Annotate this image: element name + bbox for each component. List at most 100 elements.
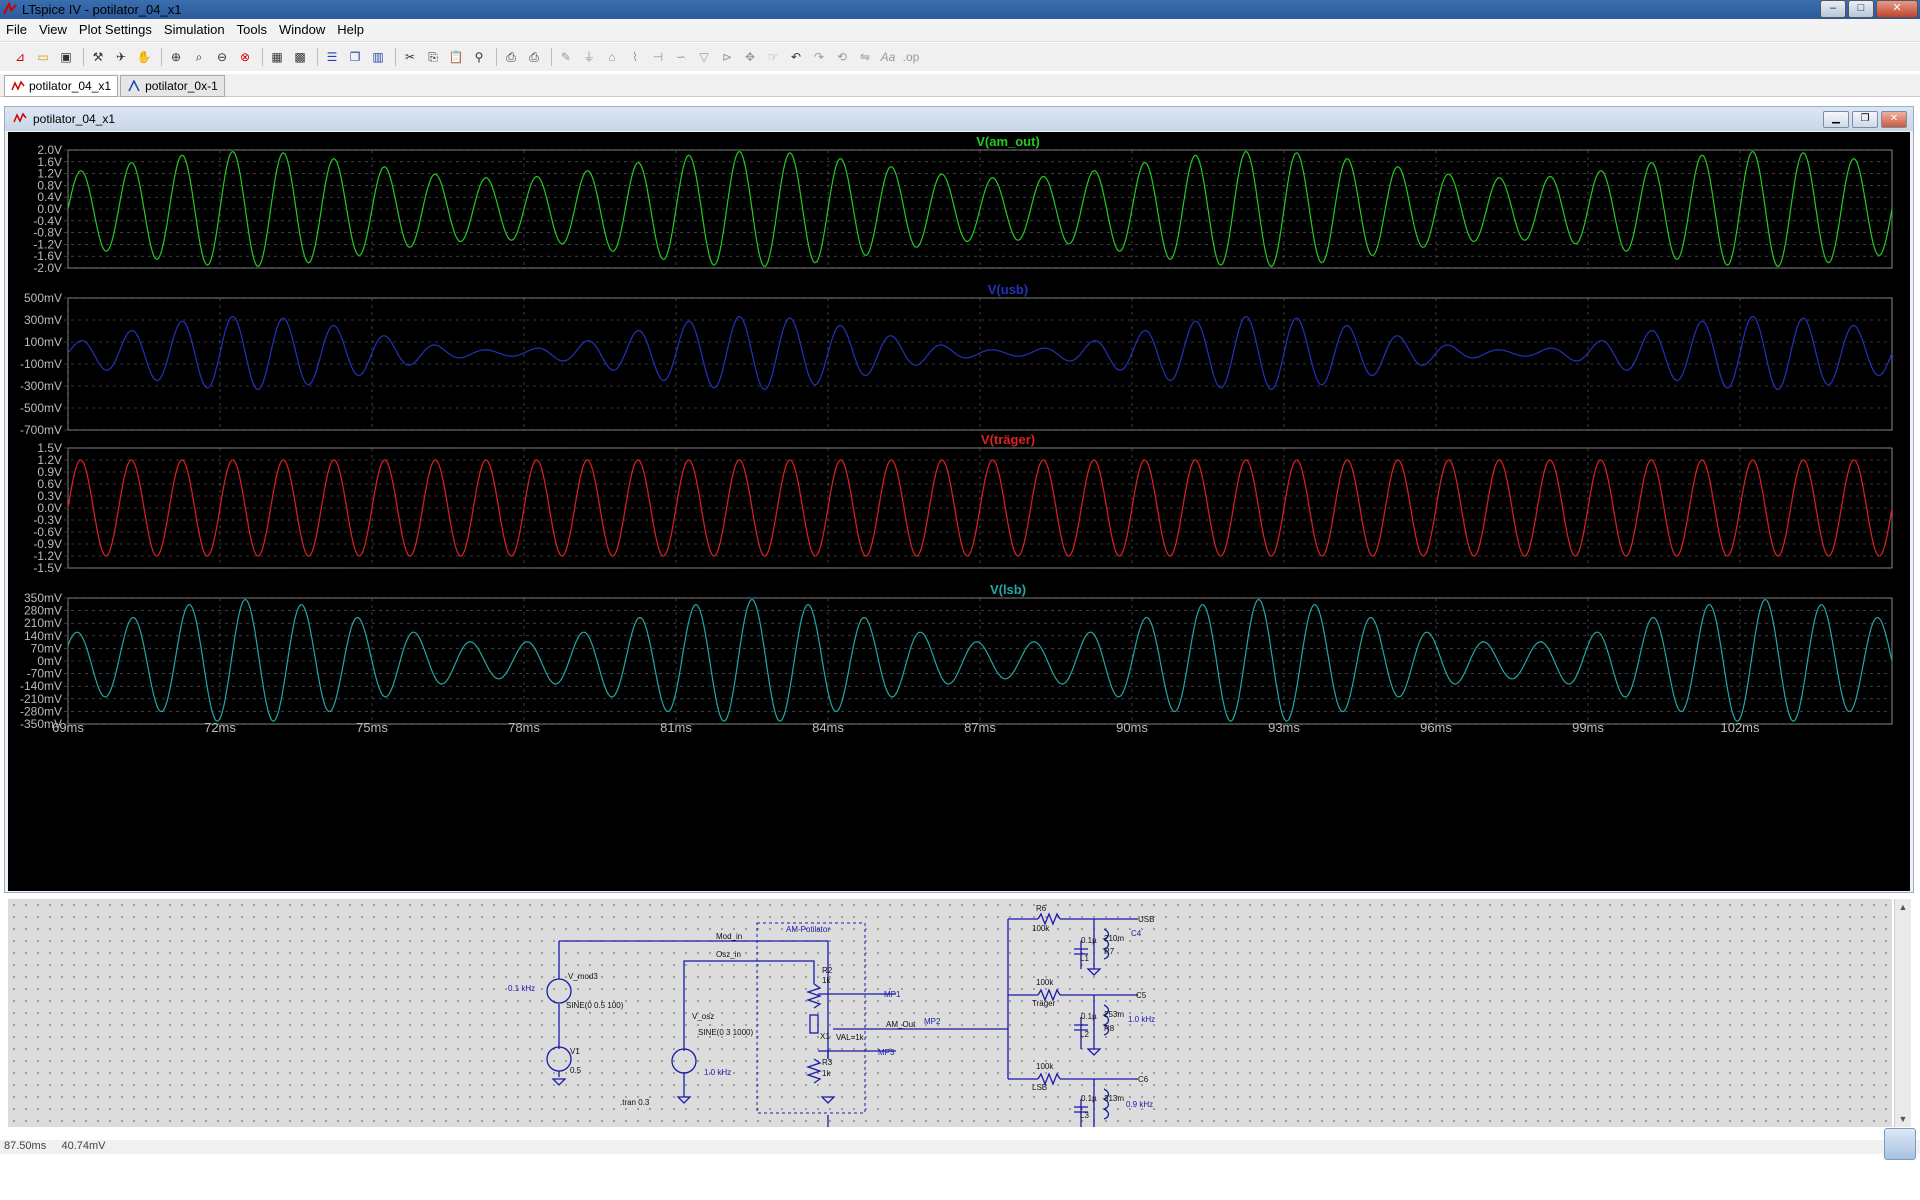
y-tick-label: 500mV (24, 291, 62, 305)
schematic-canvas[interactable]: AM-Potilator 0.1 kHz 1.0 kHz MP1 MP2 MP3… (8, 899, 1892, 1129)
print-setup-icon[interactable]: ⎙ (501, 47, 521, 67)
resize-grip[interactable] (1884, 1128, 1916, 1160)
run-icon[interactable]: ✈ (111, 47, 131, 67)
minimize-button[interactable]: – (1820, 0, 1846, 18)
label-icon[interactable]: ⌂ (602, 47, 622, 67)
tab-potilator-04-x1[interactable]: potilator_04_x1 (4, 75, 119, 97)
capacitor-icon[interactable]: ⊣ (648, 47, 668, 67)
label-tran: .tran 0.3 (620, 1098, 650, 1107)
tile-vertical-icon[interactable]: ▥ (368, 47, 388, 67)
x1-potentiometer (809, 1014, 819, 1034)
zoom-fit-icon[interactable]: ⊗ (235, 47, 255, 67)
y-tick-label: -500mV (20, 401, 62, 415)
x-tick-label: 69ms (52, 720, 84, 735)
menu-simulation[interactable]: Simulation (158, 19, 231, 41)
label-sine-osz: SINE(0 3 1000) (698, 1028, 753, 1037)
label-v1-val: 0.5 (570, 1066, 582, 1075)
zoom-out-icon[interactable]: ⊖ (212, 47, 232, 67)
scroll-down-arrow-icon[interactable]: ▼ (1895, 1111, 1911, 1127)
open-icon[interactable]: ▭ (33, 47, 53, 67)
plot-minimize-button[interactable]: ▁ (1823, 111, 1849, 128)
mirror-icon[interactable]: ⇋ (855, 47, 875, 67)
label-c5: 0.1µ (1081, 1012, 1097, 1021)
zoom-area-icon[interactable]: ⌕ (189, 47, 209, 67)
tab-potilator-0x-1[interactable]: potilator_0x-1 (120, 75, 225, 97)
schematic-vertical-scrollbar[interactable]: ▲ ▼ (1894, 899, 1911, 1127)
label-c4-val: L1 (1080, 954, 1089, 963)
wire (558, 940, 829, 1059)
find-icon[interactable]: ⚲ (469, 47, 489, 67)
inductor-icon[interactable]: ∽ (671, 47, 691, 67)
cascade-icon[interactable]: ❐ (345, 47, 365, 67)
menu-help[interactable]: Help (331, 19, 370, 41)
label-l1: 210m (1104, 934, 1124, 943)
waveform-plot-area[interactable]: 2.0V 1.6V 1.2V 0.8V 0.4V 0.0V -0.4V -0.8V -1.2V -… (8, 132, 1910, 891)
x-tick-label: 81ms (660, 720, 692, 735)
label-r2: R2 (822, 966, 833, 975)
new-schematic-icon[interactable]: ⊿ (10, 47, 30, 67)
maximize-button[interactable]: □ (1848, 0, 1874, 18)
rotate-icon[interactable]: ⟲ (832, 47, 852, 67)
label-trager-f: 1.0 kHz (1128, 1015, 1155, 1024)
x-tick-label: 78ms (508, 720, 540, 735)
control-panel-icon[interactable]: ⚒ (88, 47, 108, 67)
wire (1060, 918, 1138, 1080)
x-tick-label: 102ms (1720, 720, 1760, 735)
menu-plot-settings[interactable]: Plot Settings (73, 19, 158, 41)
y-tick-label: -1.5V (33, 561, 62, 575)
text-icon[interactable]: Aa (878, 47, 898, 67)
label-c4: 0.1µ (1081, 936, 1097, 945)
tab-label: potilator_0x-1 (145, 79, 218, 93)
paste-icon[interactable]: 📋 (446, 47, 466, 67)
tile-horizontal-icon[interactable]: ☰ (322, 47, 342, 67)
menu-window[interactable]: Window (273, 19, 331, 41)
label-mod-in: Mod_in (716, 932, 742, 941)
cut-icon[interactable]: ✂ (400, 47, 420, 67)
zoom-in-icon[interactable]: ⊕ (166, 47, 186, 67)
pan-icon[interactable]: ✋ (134, 47, 154, 67)
menu-file[interactable]: File (0, 19, 33, 41)
mark-unused-icon[interactable]: ▩ (290, 47, 310, 67)
label-lsb: C6 (1138, 1075, 1149, 1084)
r3-resistor (805, 1058, 823, 1084)
ground-icon[interactable]: ⏚ (579, 47, 599, 67)
trace-title: V(usb) (988, 282, 1028, 297)
spice-directive-icon[interactable]: .op (901, 47, 921, 67)
scroll-up-arrow-icon[interactable]: ▲ (1895, 899, 1911, 915)
resistor-icon[interactable]: ⌇ (625, 47, 645, 67)
move-icon[interactable]: ✥ (740, 47, 760, 67)
waveform-icon (13, 112, 27, 123)
menu-bar: File View Plot Settings Simulation Tools… (0, 19, 1920, 42)
plot-pane-3: 350mV280mV210mV140mV70mV0mV-70mV-140mV-2… (20, 582, 1893, 731)
label-freq-10: 1.0 kHz (704, 1068, 731, 1077)
close-button[interactable]: ✕ (1876, 0, 1918, 18)
wire (683, 960, 815, 1051)
component-icon[interactable]: ⊳ (717, 47, 737, 67)
plot-close-button[interactable]: ✕ (1881, 111, 1907, 128)
waveform-plots[interactable]: 2.0V1.6V1.2V0.8V0.4V0.0V-0.4V-0.8V-1.2V-… (8, 132, 1910, 891)
save-icon[interactable]: ▣ (56, 47, 76, 67)
menu-tools[interactable]: Tools (231, 19, 273, 41)
draw-wire-icon[interactable]: ✎ (556, 47, 576, 67)
diode-icon[interactable]: ▽ (694, 47, 714, 67)
label-r7-val: Träger (1032, 999, 1056, 1008)
plot-restore-button[interactable]: ❐ (1852, 111, 1878, 128)
toolbar: ⊿ ▭ ▣ ⚒ ✈ ✋ ⊕ ⌕ ⊖ ⊗ ▦ ▩ ☰ ❐ ▥ ✂ ⎘ 📋 ⚲ ⎙ … (0, 43, 1920, 71)
trace-line (67, 598, 1893, 722)
label-r3-val: 1k (822, 1069, 831, 1078)
undo-icon[interactable]: ↶ (786, 47, 806, 67)
plot-pane-0: 2.0V1.6V1.2V0.8V0.4V0.0V-0.4V-0.8V-1.2V-… (33, 134, 1893, 275)
toolbar-separator (395, 48, 396, 66)
copy-icon[interactable]: ⎘ (423, 47, 443, 67)
label-l2-val: R8 (1104, 1024, 1115, 1033)
v-mod3-source (546, 978, 572, 1004)
schematic-drawing[interactable]: AM-Potilator 0.1 kHz 1.0 kHz MP1 MP2 MP3… (8, 899, 1892, 1129)
label-usb-f: C4 (1131, 929, 1142, 938)
print-icon[interactable]: ⎙ (524, 47, 544, 67)
v1-source (546, 1046, 572, 1072)
v-osz-source (671, 1048, 697, 1074)
menu-view[interactable]: View (33, 19, 73, 41)
drag-icon[interactable]: ☞ (763, 47, 783, 67)
autorange-icon[interactable]: ▦ (267, 47, 287, 67)
redo-icon[interactable]: ↷ (809, 47, 829, 67)
